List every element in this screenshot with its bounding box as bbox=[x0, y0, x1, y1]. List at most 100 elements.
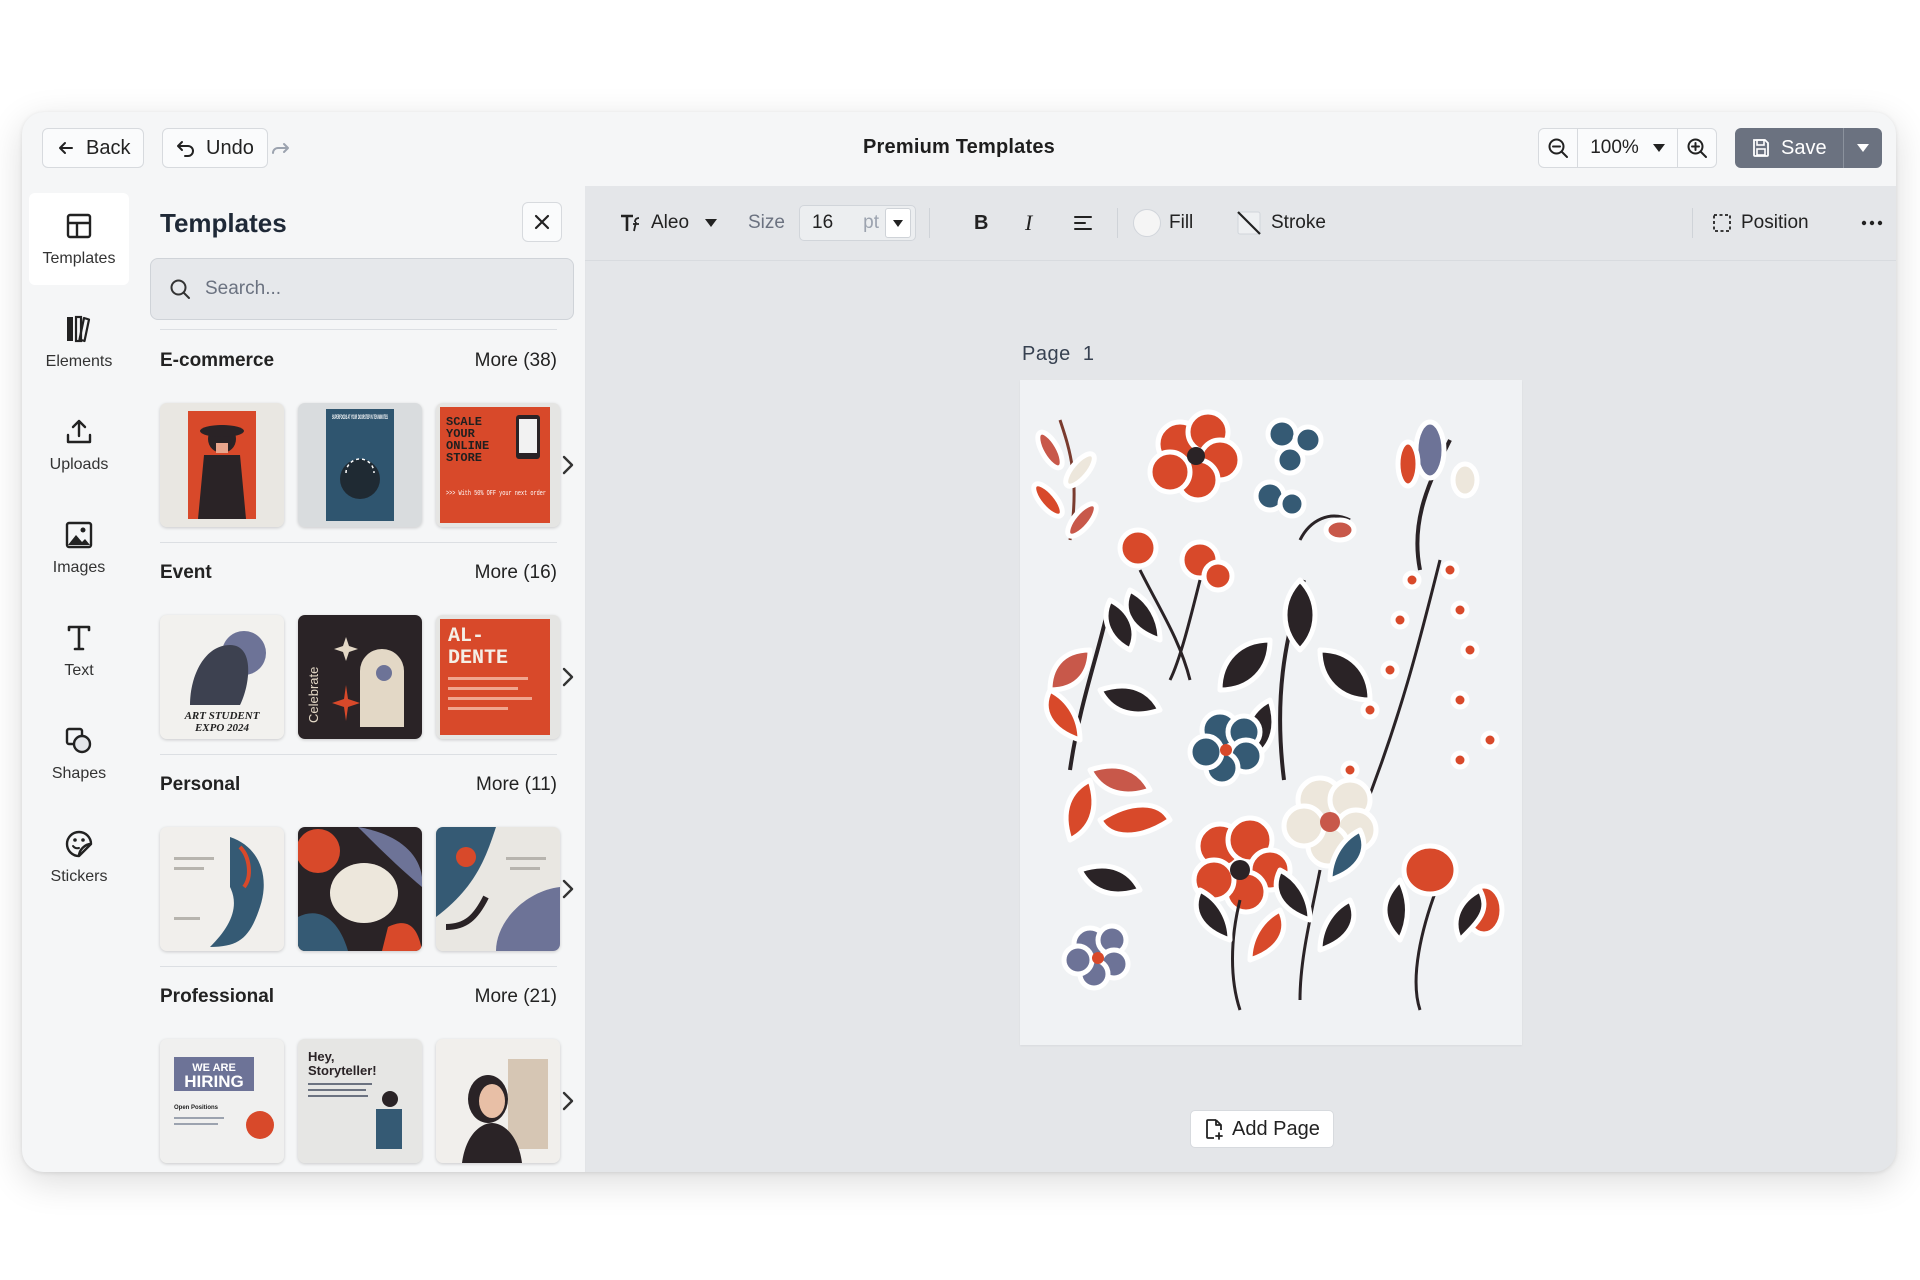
zoom-select[interactable]: 100% bbox=[1577, 129, 1678, 167]
caret-down-icon bbox=[705, 219, 718, 227]
library-icon bbox=[67, 315, 91, 343]
template-thumbnail[interactable]: Celebrate bbox=[298, 615, 422, 739]
more-link[interactable]: More (16) bbox=[475, 562, 557, 584]
rail-item-shapes[interactable]: Shapes bbox=[29, 708, 129, 800]
rail-item-elements[interactable]: Elements bbox=[29, 296, 129, 388]
category-header-personal: Personal More (11) bbox=[160, 774, 557, 796]
caret-down-icon bbox=[1652, 144, 1665, 152]
rail-item-uploads[interactable]: Uploads bbox=[29, 399, 129, 491]
search-input[interactable] bbox=[203, 277, 547, 301]
text-icon bbox=[67, 625, 91, 651]
font-size-unit: pt bbox=[863, 212, 879, 233]
rail-item-images[interactable]: Images bbox=[29, 502, 129, 594]
divider bbox=[929, 208, 930, 238]
template-thumbnail[interactable] bbox=[436, 1039, 560, 1163]
save-label: Save bbox=[1781, 136, 1827, 159]
template-thumbnail[interactable] bbox=[298, 827, 422, 951]
font-size-dropdown[interactable] bbox=[885, 208, 911, 238]
category-name: Personal bbox=[160, 774, 241, 795]
search-box bbox=[150, 258, 574, 320]
category-header-event: Event More (16) bbox=[160, 562, 557, 584]
image-icon bbox=[65, 521, 93, 549]
template-thumbnail[interactable]: SCALE YOUR ONLINE STORE >>> With 50% OFF you… bbox=[436, 403, 560, 527]
chevron-right-icon[interactable] bbox=[560, 1087, 576, 1115]
italic-button[interactable]: I bbox=[1025, 186, 1032, 260]
template-thumbnail[interactable]: Hey, Storyteller! bbox=[298, 1039, 422, 1163]
rail-label: Elements bbox=[45, 353, 113, 370]
stroke-none-icon bbox=[1237, 211, 1261, 235]
thumb-text: STORE bbox=[446, 451, 482, 465]
rail-item-text[interactable]: Text bbox=[29, 605, 129, 697]
thumb-text: SUPERFOODS AT YOUR DOORSTEP IN TEN MINUT… bbox=[332, 415, 388, 421]
design-page[interactable] bbox=[1020, 380, 1522, 1045]
floppy-icon bbox=[1753, 139, 1769, 157]
thumb-text: EXPO 2024 bbox=[194, 722, 250, 734]
thumb-text: AL- bbox=[448, 625, 484, 648]
save-options-button[interactable] bbox=[1842, 128, 1882, 168]
align-button[interactable] bbox=[1073, 186, 1093, 260]
rail-item-stickers[interactable]: Stickers bbox=[29, 811, 129, 903]
zoom-in-icon bbox=[1687, 138, 1707, 158]
storyteller-template: Hey,Storyteller! bbox=[298, 1039, 422, 1163]
rail-label: Templates bbox=[42, 250, 116, 267]
chevron-right-icon[interactable] bbox=[560, 663, 576, 691]
template-thumbnail[interactable]: SUPERFOODS AT YOUR DOORSTEP IN TEN MINUT… bbox=[298, 403, 422, 527]
font-size-input[interactable]: 16 pt bbox=[799, 205, 916, 241]
thumb-text: >>> With 50% OFF your next order bbox=[446, 490, 546, 498]
divider bbox=[160, 329, 557, 330]
rail-item-templates[interactable]: Templates bbox=[29, 193, 129, 285]
bold-button[interactable]: B bbox=[974, 186, 988, 260]
more-link[interactable]: More (38) bbox=[475, 350, 557, 372]
floral-stickers-artwork bbox=[1031, 409, 1505, 1011]
upload-icon bbox=[66, 419, 92, 444]
layout-icon bbox=[66, 213, 92, 239]
category-name: Event bbox=[160, 562, 212, 583]
add-page-button[interactable]: Add Page bbox=[1190, 1110, 1334, 1148]
fill-button[interactable]: Fill bbox=[1133, 186, 1193, 260]
top-bar: Back Undo Premium Templates 100% Save bbox=[22, 112, 1896, 187]
add-page-label: Add Page bbox=[1232, 1117, 1320, 1140]
thumb-text: Open Positions bbox=[174, 1105, 219, 1111]
sticker-icon bbox=[65, 830, 93, 858]
template-thumbnail[interactable] bbox=[436, 827, 560, 951]
zoom-control: 100% bbox=[1538, 128, 1717, 168]
rail-label: Text bbox=[64, 662, 94, 679]
abstract-floral-template bbox=[298, 827, 422, 951]
hiring-template: WE AREHIRINGOpen Positions bbox=[160, 1039, 284, 1163]
zoom-out-button[interactable] bbox=[1539, 129, 1577, 167]
text-toolbar: Aleo Size 16 pt B I Fill Stroke Position bbox=[585, 186, 1896, 261]
template-thumbnail[interactable]: WE ARE HIRING Open Positions bbox=[160, 1039, 284, 1163]
shapes-icon bbox=[65, 727, 92, 754]
rail-label: Images bbox=[52, 559, 106, 576]
stroke-label: Stroke bbox=[1271, 212, 1326, 233]
position-button[interactable]: Position bbox=[1711, 186, 1809, 260]
category-name: E-commerce bbox=[160, 350, 275, 371]
thumb-text: ART STUDENT bbox=[184, 710, 261, 722]
floral-invite-template bbox=[160, 827, 284, 951]
thumb-row-personal bbox=[160, 827, 574, 951]
thumb-row-professional: WE ARE HIRING Open Positions Hey, Storytell… bbox=[160, 1039, 574, 1163]
align-left-icon bbox=[1074, 216, 1092, 230]
thumb-text: DENTE bbox=[448, 647, 508, 670]
close-panel-button[interactable] bbox=[522, 202, 562, 242]
stroke-button[interactable]: Stroke bbox=[1235, 186, 1326, 260]
more-options-button[interactable] bbox=[1861, 186, 1883, 260]
panel-title: Templates bbox=[160, 208, 287, 238]
save-button[interactable]: Save bbox=[1735, 128, 1843, 168]
zoom-in-button[interactable] bbox=[1678, 129, 1716, 167]
font-select[interactable]: Aleo bbox=[619, 186, 718, 260]
caret-down-icon bbox=[1856, 144, 1869, 152]
font-name: Aleo bbox=[651, 212, 690, 233]
aldente-template: AL-DENTE bbox=[436, 615, 560, 739]
template-thumbnail[interactable]: ART STUDENT EXPO 2024 bbox=[160, 615, 284, 739]
template-thumbnail[interactable] bbox=[160, 403, 284, 527]
template-thumbnail[interactable]: AL- DENTE bbox=[436, 615, 560, 739]
rail-label: Shapes bbox=[51, 765, 107, 782]
template-thumbnail[interactable] bbox=[160, 827, 284, 951]
chevron-right-icon[interactable] bbox=[560, 875, 576, 903]
celebrate-template: Celebrate bbox=[298, 615, 422, 739]
italic-label: I bbox=[1025, 210, 1033, 235]
more-link[interactable]: More (21) bbox=[475, 986, 557, 1008]
chevron-right-icon[interactable] bbox=[560, 451, 576, 479]
more-link[interactable]: More (11) bbox=[476, 774, 557, 796]
